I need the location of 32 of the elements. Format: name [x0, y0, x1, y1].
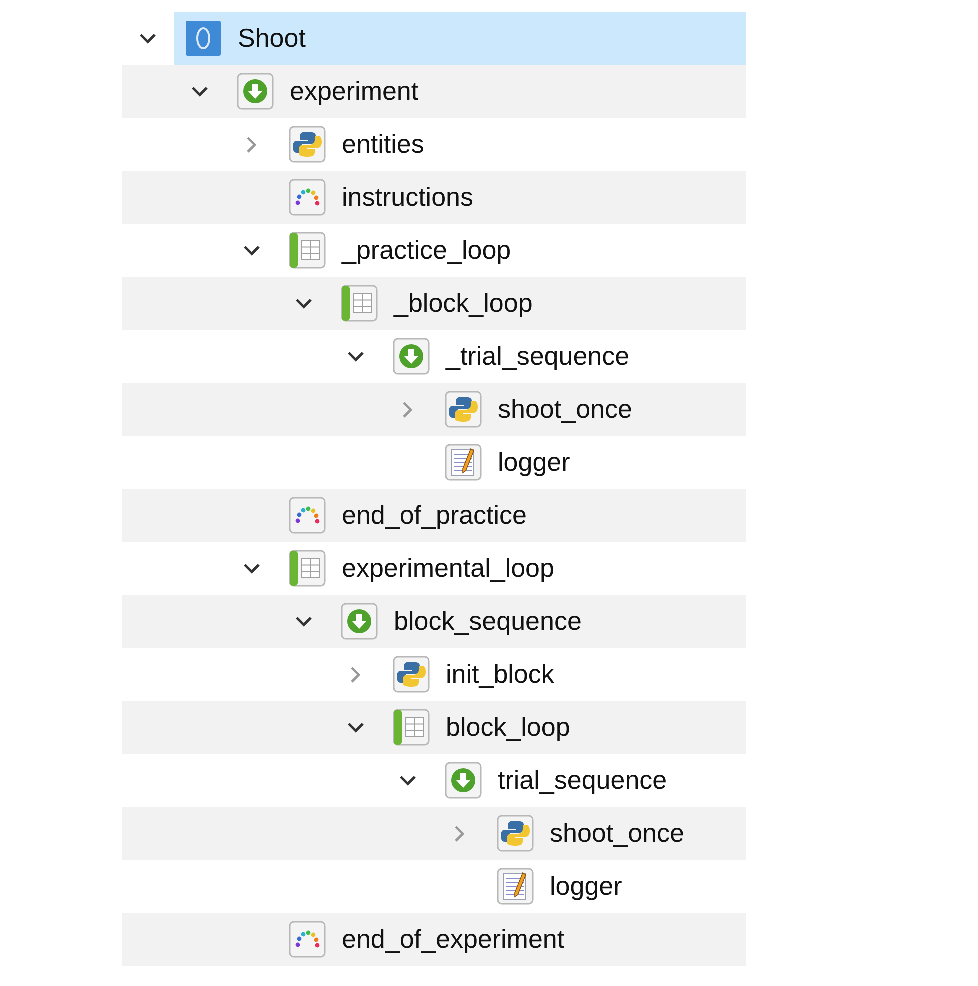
tree-item[interactable]: trial_sequence — [434, 754, 746, 807]
rainbow-icon — [289, 179, 326, 216]
table-icon — [289, 550, 326, 587]
python-icon — [393, 656, 430, 693]
tree-item[interactable]: experimental_loop — [278, 542, 746, 595]
logo-icon — [185, 20, 222, 57]
python-icon — [289, 126, 326, 163]
tree-item[interactable]: end_of_experiment — [278, 913, 746, 966]
tree-item[interactable]: entities — [278, 118, 746, 171]
notepad-pencil-icon — [497, 868, 534, 905]
tree-item[interactable]: instructions — [278, 171, 746, 224]
table-icon — [341, 285, 378, 322]
tree-item[interactable]: _practice_loop — [278, 224, 746, 277]
tree-item[interactable]: shoot_once — [434, 383, 746, 436]
tree-item[interactable]: init_block — [382, 648, 746, 701]
rainbow-icon — [289, 921, 326, 958]
tree-item[interactable]: _trial_sequence — [382, 330, 746, 383]
tree-item[interactable]: logger — [486, 860, 746, 913]
tree-item[interactable]: block_loop — [382, 701, 746, 754]
tree-item[interactable]: logger — [434, 436, 746, 489]
table-icon — [289, 232, 326, 269]
tree-item[interactable]: shoot_once — [486, 807, 746, 860]
table-icon — [393, 709, 430, 746]
notepad-pencil-icon — [445, 444, 482, 481]
tree-item[interactable]: block_sequence — [330, 595, 746, 648]
tree-item[interactable]: experiment — [226, 65, 746, 118]
rainbow-icon — [289, 497, 326, 534]
tree-item[interactable]: end_of_practice — [278, 489, 746, 542]
tree-item[interactable]: Shoot — [174, 12, 746, 65]
python-icon — [445, 391, 482, 428]
tree-item[interactable]: _block_loop — [330, 277, 746, 330]
python-icon — [497, 815, 534, 852]
